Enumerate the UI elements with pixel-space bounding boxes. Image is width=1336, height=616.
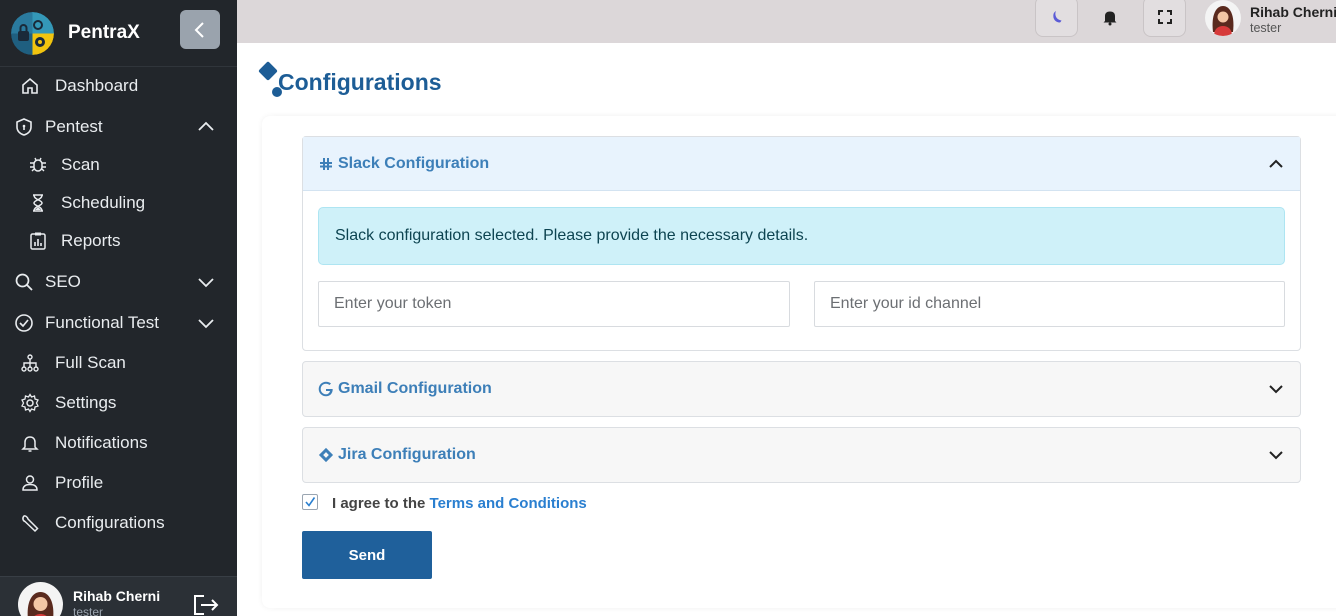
check-circle-icon <box>13 312 35 334</box>
terms-prefix: I agree to the <box>332 495 430 512</box>
sitemap-icon <box>19 352 41 374</box>
slack-accordion: Slack Configuration Slack configuration … <box>302 136 1301 351</box>
chevron-down-icon <box>1269 385 1283 394</box>
bug-icon <box>27 154 49 176</box>
sidebar-item-seo[interactable]: SEO <box>0 264 237 300</box>
terms-link[interactable]: Terms and Conditions <box>430 495 587 512</box>
gmail-accordion-title: Gmail Configuration <box>338 380 492 397</box>
avatar[interactable] <box>1205 0 1241 36</box>
fullscreen-button[interactable] <box>1143 0 1186 37</box>
top-user-role: tester <box>1250 21 1282 35</box>
top-user-name: Rihab Cherni <box>1250 4 1336 20</box>
sidebar-item-label: Dashboard <box>55 76 139 95</box>
gmail-accordion: Gmail Configuration <box>302 361 1301 417</box>
sidebar-item-label: SEO <box>45 272 81 291</box>
brand: PentraX <box>0 0 237 67</box>
jira-icon <box>318 447 334 463</box>
jira-accordion: Jira Configuration <box>302 427 1301 483</box>
sidebar-user-role: tester <box>73 605 104 616</box>
token-input[interactable] <box>318 281 790 327</box>
sidebar-user-name: Rihab Cherni <box>73 588 161 604</box>
channel-id-input[interactable] <box>814 281 1285 327</box>
logout-icon[interactable] <box>192 593 220 616</box>
home-icon <box>19 75 41 97</box>
top-bar: Rihab Cherni tester <box>237 0 1336 43</box>
sidebar-item-functional-test[interactable]: Functional Test <box>0 305 237 341</box>
dark-mode-button[interactable] <box>1035 0 1078 37</box>
chevron-up-icon <box>198 121 214 131</box>
sidebar-item-pentest[interactable]: Pentest <box>0 109 237 145</box>
hourglass-icon <box>27 192 49 214</box>
shield-icon <box>13 116 35 138</box>
terms-label: I agree to the Terms and Conditions <box>332 495 587 512</box>
sidebar-item-label: Profile <box>55 473 104 492</box>
search-icon <box>13 271 35 293</box>
gear-icon <box>19 392 41 414</box>
bell-icon <box>1103 11 1117 26</box>
user-icon <box>19 472 41 494</box>
sidebar-item-scan[interactable]: Scan <box>0 147 237 183</box>
sidebar-item-profile[interactable]: Profile <box>0 465 237 501</box>
sidebar-item-settings[interactable]: Settings <box>0 385 237 421</box>
slack-accordion-title: Slack Configuration <box>338 154 490 172</box>
sidebar-item-full-scan[interactable]: Full Scan <box>0 345 237 381</box>
sidebar-item-scheduling[interactable]: Scheduling <box>0 185 237 221</box>
sidebar-item-label: Functional Test <box>45 313 160 332</box>
sidebar-item-label: Scheduling <box>61 193 146 212</box>
slack-info-alert: Slack configuration selected. Please pro… <box>318 207 1285 265</box>
sidebar-item-label: Full Scan <box>55 353 126 372</box>
sidebar-item-label: Settings <box>55 393 117 412</box>
checkmark-icon <box>305 497 316 507</box>
page-title: Configurations <box>278 69 442 95</box>
google-icon <box>318 381 334 397</box>
jira-accordion-title: Jira Configuration <box>338 446 476 463</box>
chevron-down-icon <box>198 319 214 329</box>
sidebar-item-configurations[interactable]: Configurations <box>0 505 237 541</box>
wrench-icon <box>19 512 41 534</box>
sidebar-item-label: Configurations <box>55 513 165 532</box>
sidebar-item-label: Notifications <box>55 433 148 452</box>
chevron-left-icon <box>194 21 204 38</box>
app-name: PentraX <box>68 22 140 43</box>
chevron-down-icon <box>198 278 214 288</box>
send-button[interactable]: Send <box>302 531 432 579</box>
sidebar-item-label: Scan <box>61 155 100 174</box>
collapse-sidebar-button[interactable] <box>180 10 220 49</box>
terms-checkbox[interactable] <box>302 494 318 510</box>
chevron-up-icon <box>1269 159 1283 168</box>
jira-accordion-header[interactable]: Jira Configuration <box>303 428 1300 482</box>
sidebar-item-label: Pentest <box>45 117 103 136</box>
gmail-accordion-header[interactable]: Gmail Configuration <box>303 362 1300 416</box>
moon-icon <box>1052 10 1061 22</box>
sidebar-item-dashboard[interactable]: Dashboard <box>0 68 237 104</box>
slack-icon <box>318 156 334 172</box>
sidebar: PentraX Dashboard Pentest Scan Schedulin… <box>0 0 237 616</box>
report-icon <box>27 230 49 252</box>
bell-icon <box>19 432 41 454</box>
pentrax-logo <box>11 11 54 55</box>
main-content: Configurations Slack Configuration Slack… <box>237 43 1336 616</box>
avatar <box>18 582 63 616</box>
notifications-button[interactable] <box>1098 5 1122 29</box>
sidebar-item-label: Reports <box>61 231 121 250</box>
fullscreen-icon <box>1157 9 1172 24</box>
slack-accordion-header[interactable]: Slack Configuration <box>303 137 1300 191</box>
configuration-card: Slack Configuration Slack configuration … <box>262 116 1336 608</box>
chevron-down-icon <box>1269 451 1283 460</box>
sidebar-user: Rihab Cherni tester <box>0 576 237 616</box>
sidebar-item-reports[interactable]: Reports <box>0 223 237 259</box>
sidebar-item-notifications[interactable]: Notifications <box>0 425 237 461</box>
